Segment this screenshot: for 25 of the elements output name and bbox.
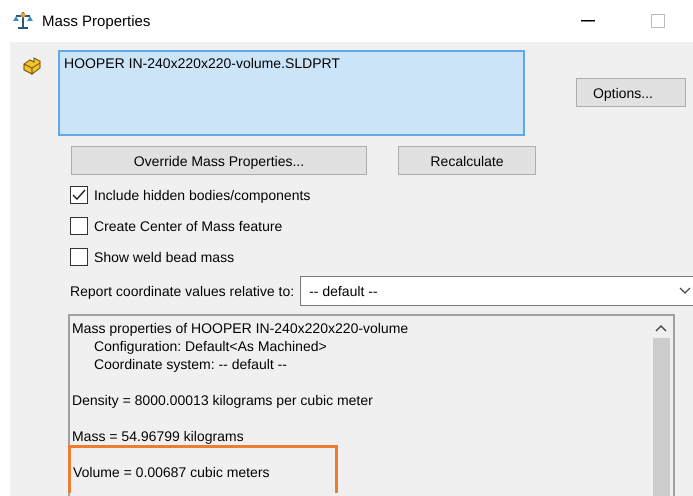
result-line: Configuration: Default<As Machined> [93, 337, 328, 355]
checkbox[interactable] [70, 186, 88, 204]
result-line: Coordinate system: -- default -- [93, 355, 288, 373]
coordinate-dropdown[interactable]: -- default -- [300, 276, 693, 306]
checkbox[interactable] [70, 248, 88, 266]
report-label: Report coordinate values relative to: [70, 283, 294, 299]
checkbox-label: Create Center of Mass feature [94, 218, 282, 234]
highlighted-result-line: Volume = 0.00687 cubic meters [68, 445, 338, 493]
override-button[interactable]: Override Mass Properties... [71, 146, 367, 175]
window-title: Mass Properties [42, 12, 152, 30]
chevron-up-icon [655, 324, 667, 332]
balance-scale-icon [12, 10, 34, 32]
minimize-icon [581, 20, 595, 22]
maximize-icon [651, 14, 665, 28]
result-line: Density = 8000.00013 kilograms per cubic meter [72, 391, 374, 409]
checkbox-label: Include hidden bodies/components [94, 186, 310, 202]
checkbox[interactable] [70, 216, 88, 234]
chevron-down-icon [679, 287, 691, 295]
recalculate-button[interactable]: Recalculate [398, 146, 536, 175]
result-line: Mass = 54.96799 kilograms [72, 427, 245, 445]
selection-list[interactable]: HOOPER IN-240x220x220-volume.SLDPRT [58, 50, 525, 136]
selected-part[interactable]: HOOPER IN-240x220x220-volume.SLDPRT [64, 55, 519, 71]
result-line: Mass properties of HOOPER IN-240x220x220-volume [72, 319, 410, 337]
options-button[interactable]: Options... [576, 78, 686, 107]
checkbox-label: Show weld bead mass [94, 248, 234, 264]
